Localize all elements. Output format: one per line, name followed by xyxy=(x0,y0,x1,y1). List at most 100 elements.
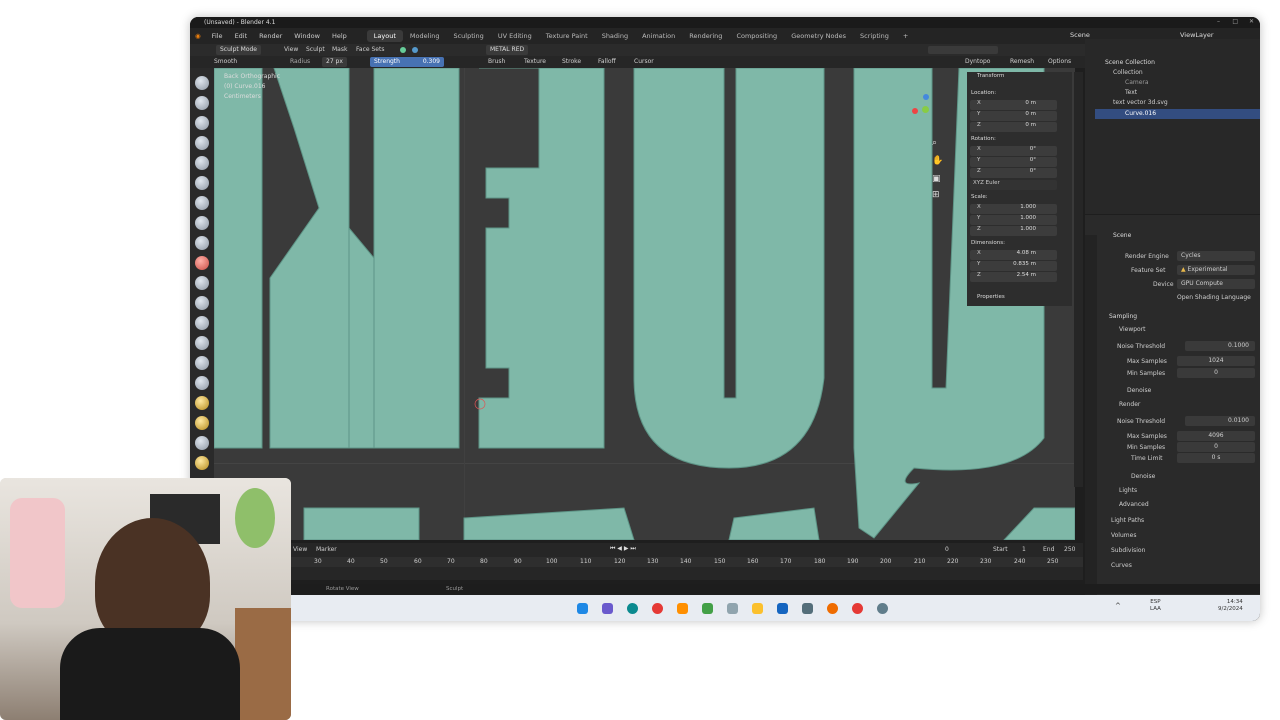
scrape-brush-icon[interactable] xyxy=(195,296,209,310)
render-min-samples-field[interactable]: 0 xyxy=(1177,442,1255,452)
tab-uv-editing[interactable]: UV Editing xyxy=(491,30,539,42)
feature-set-select[interactable]: ▲ Experimental xyxy=(1177,265,1255,275)
thumb-brush-icon[interactable] xyxy=(195,376,209,390)
volumes-panel[interactable]: Volumes xyxy=(1111,532,1136,539)
menu-window[interactable]: Window xyxy=(288,32,326,40)
y-axis-icon[interactable] xyxy=(922,106,929,113)
material-selector[interactable]: METAL RED xyxy=(486,45,529,55)
navigation-gizmo[interactable] xyxy=(904,90,944,130)
edge-icon[interactable] xyxy=(627,603,638,614)
snake-hook-brush-icon[interactable] xyxy=(195,356,209,370)
x-axis-icon[interactable] xyxy=(912,108,918,114)
multires-brush-icon[interactable] xyxy=(195,436,209,450)
outliner-collection[interactable]: Collection xyxy=(1113,69,1143,76)
fill-brush-icon[interactable] xyxy=(195,276,209,290)
tab-texture-paint[interactable]: Texture Paint xyxy=(539,30,595,42)
viewlayer-selector[interactable]: ViewLayer xyxy=(1180,31,1214,39)
clay-brush-icon[interactable] xyxy=(195,116,209,130)
transform-header[interactable]: Transform xyxy=(977,73,1004,79)
blender-taskbar-icon[interactable] xyxy=(827,603,838,614)
render-max-samples-field[interactable]: 4096 xyxy=(1177,431,1255,441)
end-field[interactable]: 250 xyxy=(1064,546,1075,553)
blender-logo-icon[interactable]: ◉ xyxy=(190,32,206,40)
app-icon[interactable] xyxy=(727,603,738,614)
viewport-min-samples-field[interactable]: 0 xyxy=(1177,368,1255,378)
crease-brush-icon[interactable] xyxy=(195,216,209,230)
rotation-y-field[interactable]: Y 0° xyxy=(970,157,1057,167)
dimensions-x-field[interactable]: X 4.08 m xyxy=(970,250,1057,260)
sampling-panel[interactable]: Sampling xyxy=(1109,313,1137,320)
start-field[interactable]: 1 xyxy=(1022,546,1026,553)
falloff-menu[interactable]: Falloff xyxy=(598,58,616,65)
settings-icon[interactable] xyxy=(877,603,888,614)
time-limit-field[interactable]: 0 s xyxy=(1177,453,1255,463)
scale-x-field[interactable]: X 1.000 xyxy=(970,204,1057,214)
chrome-icon[interactable] xyxy=(852,603,863,614)
layer-brush-icon[interactable] xyxy=(195,156,209,170)
render-noise-field[interactable]: 0.0100 xyxy=(1185,416,1255,426)
z-axis-icon[interactable] xyxy=(923,94,929,100)
rotation-x-field[interactable]: X 0° xyxy=(970,146,1057,156)
xray-icon[interactable] xyxy=(412,47,418,53)
zoom-icon[interactable]: ⌕ xyxy=(932,138,937,148)
properties-header[interactable]: Properties xyxy=(977,294,1005,300)
curves-panel[interactable]: Curves xyxy=(1111,562,1132,569)
chrome-icon[interactable] xyxy=(652,603,663,614)
mask-brush-icon[interactable] xyxy=(195,396,209,410)
draw-brush-icon[interactable] xyxy=(195,76,209,90)
render-subpanel[interactable]: Render xyxy=(1119,401,1140,408)
dyntopo-menu[interactable]: Dyntopo xyxy=(965,58,990,65)
tab-geometry-nodes[interactable]: Geometry Nodes xyxy=(784,30,853,42)
draw-face-sets-icon[interactable] xyxy=(195,416,209,430)
scale-z-field[interactable]: Z 1.000 xyxy=(970,226,1057,236)
radius-field[interactable]: 27 px xyxy=(322,57,347,67)
current-frame-field[interactable]: 0 xyxy=(945,546,949,553)
brush-name[interactable]: Smooth xyxy=(214,58,237,65)
illustrator-icon[interactable] xyxy=(677,603,688,614)
subdivision-panel[interactable]: Subdivision xyxy=(1111,547,1145,554)
menu-help[interactable]: Help xyxy=(326,32,353,40)
frame-ruler[interactable]: 30 40 50 60 70 80 90 100 110 120 130 140… xyxy=(290,557,1083,567)
playback-controls[interactable]: ⏮ ◀ ▶ ⏭ xyxy=(610,545,636,553)
dimensions-z-field[interactable]: Z 2.54 m xyxy=(970,272,1057,282)
clock[interactable]: 14:34 9/2/2024 xyxy=(1218,599,1243,613)
scene-collection-label[interactable]: Scene Collection xyxy=(1105,59,1155,66)
denoise-subpanel[interactable]: Denoise xyxy=(1127,387,1151,394)
menu-file[interactable]: File xyxy=(206,32,229,40)
flatten-brush-icon[interactable] xyxy=(195,256,209,270)
cursor-menu[interactable]: Cursor xyxy=(634,58,654,65)
lights-subpanel[interactable]: Lights xyxy=(1119,487,1137,494)
location-y-field[interactable]: Y 0 m xyxy=(970,111,1057,121)
location-z-field[interactable]: Z 0 m xyxy=(970,122,1057,132)
brush-menu[interactable]: Brush xyxy=(488,58,505,65)
tray-chevron-icon[interactable]: ^ xyxy=(1115,602,1121,610)
maximize-icon[interactable]: □ xyxy=(1232,18,1238,25)
tab-scripting[interactable]: Scripting xyxy=(853,30,896,42)
rotation-mode-select[interactable]: XYZ Euler xyxy=(970,180,1057,190)
app-icon[interactable] xyxy=(802,603,813,614)
outliner-svg-collection[interactable]: text vector 3d.svg xyxy=(1113,99,1168,106)
grab-brush-icon[interactable] xyxy=(195,336,209,350)
sculpt-menu[interactable]: Sculpt xyxy=(306,46,325,53)
file-explorer-icon[interactable] xyxy=(752,603,763,614)
viewport-noise-field[interactable]: 0.1000 xyxy=(1185,341,1255,351)
outliner-selected-row[interactable]: Curve.016 xyxy=(1095,109,1260,119)
tab-modeling[interactable]: Modeling xyxy=(403,30,447,42)
photoshop-icon[interactable] xyxy=(777,603,788,614)
minimize-icon[interactable]: – xyxy=(1217,18,1220,25)
mask-menu[interactable]: Mask xyxy=(332,46,347,53)
symmetry-icon[interactable] xyxy=(400,47,406,53)
outliner-camera[interactable]: Camera xyxy=(1125,79,1149,86)
timeline-marker-menu[interactable]: Marker xyxy=(316,546,337,553)
pinch-brush-icon[interactable] xyxy=(195,316,209,330)
outliner-text[interactable]: Text xyxy=(1125,89,1137,96)
close-icon[interactable]: ✕ xyxy=(1249,18,1254,25)
viewport-shading-buttons[interactable] xyxy=(928,46,998,54)
render-engine-select[interactable]: Cycles xyxy=(1177,251,1255,261)
task-view-icon[interactable] xyxy=(602,603,613,614)
tab-animation[interactable]: Animation xyxy=(635,30,682,42)
smooth-brush-icon[interactable] xyxy=(195,236,209,250)
inflate-brush-icon[interactable] xyxy=(195,176,209,190)
light-paths-panel[interactable]: Light Paths xyxy=(1111,517,1144,524)
properties-tabs[interactable] xyxy=(1085,235,1097,605)
